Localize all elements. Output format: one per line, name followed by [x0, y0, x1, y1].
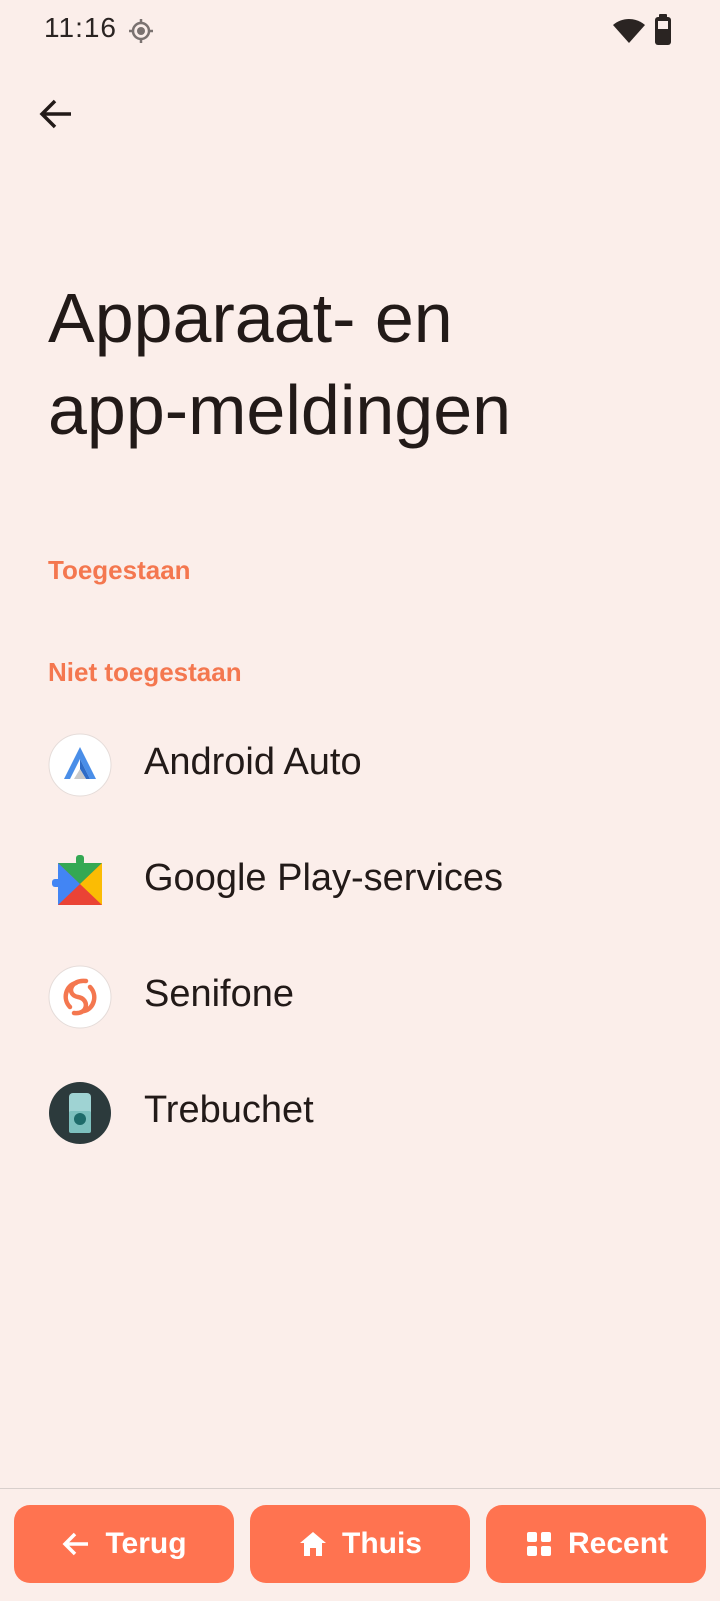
app-item-trebuchet[interactable]: Trebuchet	[0, 1058, 720, 1168]
nav-recent-button[interactable]: Recent	[486, 1505, 706, 1583]
nav-home-button[interactable]: Thuis	[250, 1505, 470, 1583]
app-item-android-auto[interactable]: Android Auto	[0, 710, 720, 820]
arrow-left-icon	[62, 1532, 89, 1556]
arrow-left-icon	[39, 99, 71, 129]
bottom-nav-bar: Terug Thuis Recent	[0, 1488, 720, 1601]
page-title-line1: Apparaat- en	[48, 279, 453, 357]
android-auto-icon	[48, 733, 112, 797]
status-time: 11:16	[44, 12, 117, 43]
trebuchet-icon	[49, 1082, 111, 1144]
nav-recent-label: Recent	[567, 1527, 669, 1560]
app-label-trebuchet: Trebuchet	[144, 1089, 314, 1131]
section-header-allowed: Toegestaan	[48, 555, 191, 585]
app-item-senifone[interactable]: Senifone	[0, 942, 720, 1052]
recent-apps-icon	[526, 1532, 551, 1556]
senifone-icon	[48, 965, 112, 1029]
app-label-android-auto: Android Auto	[144, 741, 362, 783]
nav-back-button[interactable]: Terug	[14, 1505, 234, 1583]
location-icon	[129, 19, 153, 43]
google-play-services-icon	[52, 855, 102, 905]
page-title: Apparaat- en app-meldingen	[48, 272, 668, 456]
page-title-line2: app-meldingen	[48, 371, 512, 449]
app-item-google-play-services[interactable]: Google Play-services	[0, 826, 720, 936]
nav-home-label: Thuis	[342, 1527, 422, 1560]
wifi-icon	[613, 19, 645, 43]
nav-back-label: Terug	[105, 1527, 187, 1560]
status-bar: 11:16	[0, 0, 720, 62]
battery-icon	[655, 14, 671, 45]
back-button[interactable]	[32, 90, 80, 138]
app-label-senifone: Senifone	[144, 973, 295, 1015]
app-label-google-play-services: Google Play-services	[144, 857, 504, 899]
home-icon	[300, 1532, 326, 1556]
section-header-not-allowed: Niet toegestaan	[48, 657, 242, 687]
